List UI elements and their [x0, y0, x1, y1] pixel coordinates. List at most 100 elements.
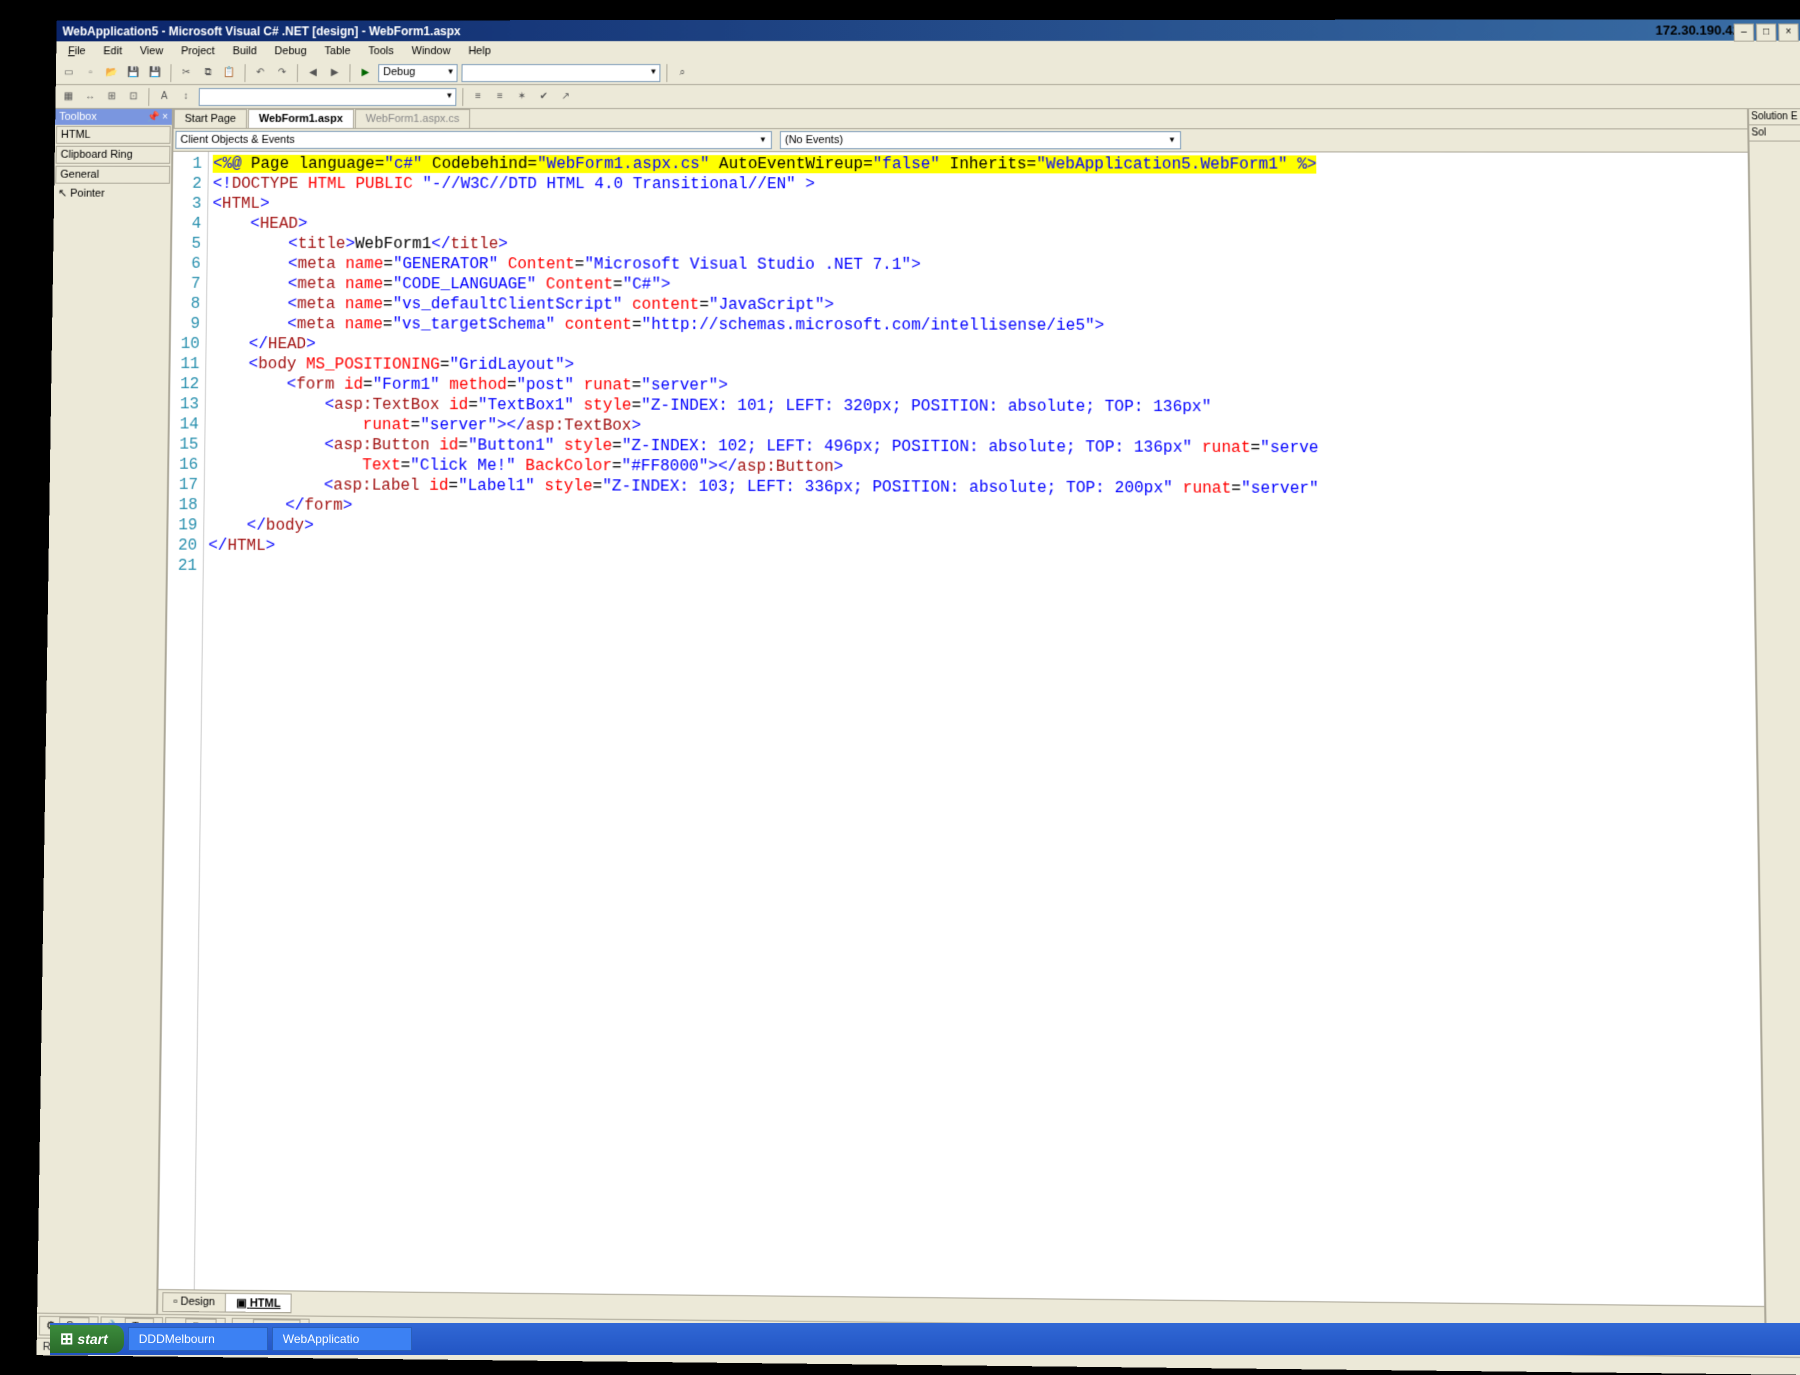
- line-number: 1: [183, 154, 202, 174]
- tool-icon[interactable]: ↔: [81, 88, 99, 106]
- toolbox-section-html[interactable]: HTML: [56, 126, 171, 144]
- toolbox-pointer[interactable]: ↖ Pointer: [54, 185, 171, 202]
- menu-table[interactable]: Table: [316, 43, 358, 59]
- open-icon[interactable]: 📂: [103, 64, 121, 82]
- menu-build[interactable]: Build: [225, 43, 265, 59]
- undo-icon[interactable]: ↶: [251, 64, 269, 82]
- style-combo[interactable]: [199, 88, 457, 106]
- redo-icon[interactable]: ↷: [273, 64, 291, 82]
- tab-start-page[interactable]: Start Page: [174, 109, 247, 128]
- taskbar-task-1[interactable]: DDDMelbourn: [128, 1327, 268, 1351]
- code-line[interactable]: <meta name="vs_targetSchema" content="ht…: [211, 314, 1746, 337]
- line-number: 2: [183, 174, 202, 194]
- line-number: 3: [182, 194, 201, 214]
- pointer-label: Pointer: [70, 188, 105, 200]
- nav-fwd-icon[interactable]: ▶: [326, 64, 344, 82]
- separator: [148, 88, 149, 106]
- new-project-icon[interactable]: ▭: [60, 64, 78, 82]
- nav-back-icon[interactable]: ◀: [304, 64, 322, 82]
- cut-icon[interactable]: ✂: [177, 64, 195, 82]
- main-area: Toolbox 📌 × HTML Clipboard Ring General …: [37, 109, 1800, 1332]
- client-objects-combo[interactable]: Client Objects & Events: [175, 131, 772, 149]
- pointer-icon: ↖: [58, 188, 67, 200]
- tab-webform-aspx[interactable]: WebForm1.aspx: [248, 109, 354, 128]
- tool-icon[interactable]: ✶: [513, 88, 531, 106]
- code-line[interactable]: <HEAD>: [212, 214, 1745, 236]
- code-line[interactable]: <!DOCTYPE HTML PUBLIC "-//W3C//DTD HTML …: [213, 174, 1745, 195]
- line-number: 6: [182, 254, 201, 274]
- line-number: 4: [182, 214, 201, 234]
- object-event-bar: Client Objects & Events (No Events): [173, 129, 1747, 153]
- toolbox-header[interactable]: Toolbox 📌 ×: [55, 109, 172, 125]
- toolbox-section-general[interactable]: General: [55, 166, 170, 184]
- copy-icon[interactable]: ⧉: [199, 64, 217, 82]
- standard-toolbar: ▭ ▫ 📂 💾 💾 ✂ ⧉ 📋 ↶ ↷ ◀ ▶ ▶ Debug ⌕: [56, 61, 1800, 85]
- line-number: 5: [182, 234, 201, 254]
- pin-icon[interactable]: 📌 ×: [147, 111, 168, 122]
- line-number: 18: [179, 495, 198, 515]
- code-line[interactable]: <title>WebForm1</title>: [212, 234, 1745, 256]
- view-tab-design[interactable]: ▫ Design: [162, 1292, 226, 1312]
- start-debug-icon[interactable]: ▶: [356, 64, 374, 82]
- windows-taskbar: start DDDMelbourn WebApplicatio: [50, 1323, 1800, 1355]
- tool-icon[interactable]: ✔: [535, 88, 553, 106]
- html-toolbar: ▦ ↔ ⊞ ⊡ A ↕ ≡ ≡ ✶ ✔ ↗: [55, 85, 1800, 109]
- separator: [170, 64, 171, 82]
- code-editor[interactable]: 123456789101112131415161718192021 <%@ Pa…: [158, 152, 1764, 1306]
- config-combo[interactable]: Debug: [378, 64, 458, 82]
- menu-window[interactable]: Window: [404, 43, 459, 59]
- tool-icon[interactable]: ↗: [557, 88, 575, 106]
- platform-combo[interactable]: [461, 64, 660, 82]
- menu-tools[interactable]: Tools: [360, 43, 401, 59]
- code-line[interactable]: <HTML>: [212, 194, 1744, 216]
- separator: [462, 88, 463, 106]
- taskbar-task-2[interactable]: WebApplicatio: [272, 1327, 412, 1351]
- code-line[interactable]: <%@ Page language="c#" Codebehind="WebFo…: [213, 154, 1744, 175]
- save-all-icon[interactable]: 💾: [147, 64, 165, 82]
- menu-file[interactable]: File: [60, 43, 94, 59]
- menu-view[interactable]: View: [132, 43, 171, 59]
- toolbox-section-clipboard[interactable]: Clipboard Ring: [56, 146, 171, 164]
- code-line[interactable]: <meta name="CODE_LANGUAGE" Content="C#">: [211, 274, 1745, 297]
- view-tab-html[interactable]: ▣ HTML: [225, 1293, 292, 1313]
- code-content[interactable]: <%@ Page language="c#" Codebehind="WebFo…: [195, 152, 1764, 1306]
- menu-bar: File Edit View Project Build Debug Table…: [56, 41, 1800, 62]
- tool-icon[interactable]: ▦: [59, 88, 77, 106]
- line-number: 15: [179, 435, 198, 455]
- separator: [666, 64, 667, 82]
- tool-icon[interactable]: ⊡: [125, 88, 143, 106]
- document-tabs: Start Page WebForm1.aspx WebForm1.aspx.c…: [174, 109, 1748, 129]
- paste-icon[interactable]: 📋: [221, 64, 239, 82]
- menu-project[interactable]: Project: [173, 43, 223, 59]
- separator: [349, 64, 350, 82]
- tool-icon[interactable]: ≡: [469, 88, 487, 106]
- title-bar[interactable]: WebApplication5 - Microsoft Visual C# .N…: [56, 19, 1800, 41]
- sol-label: Sol: [1749, 125, 1800, 141]
- save-icon[interactable]: 💾: [125, 64, 143, 82]
- toolbox-panel: Toolbox 📌 × HTML Clipboard Ring General …: [37, 109, 174, 1314]
- toolbox-title: Toolbox: [59, 111, 97, 123]
- events-combo[interactable]: (No Events): [780, 131, 1181, 149]
- menu-help[interactable]: Help: [460, 43, 498, 59]
- tool-icon[interactable]: ↕: [177, 88, 195, 106]
- add-item-icon[interactable]: ▫: [81, 64, 99, 82]
- menu-edit[interactable]: Edit: [95, 43, 130, 59]
- find-icon[interactable]: ⌕: [673, 64, 691, 82]
- line-number: 12: [180, 374, 199, 394]
- minimize-button[interactable]: –: [1734, 24, 1755, 42]
- ide-window: WebApplication5 - Microsoft Visual C# .N…: [37, 19, 1800, 1375]
- tab-webform-cs[interactable]: WebForm1.aspx.cs: [355, 109, 471, 128]
- line-number: 19: [178, 515, 197, 535]
- maximize-button[interactable]: □: [1756, 24, 1777, 42]
- close-button[interactable]: ×: [1778, 23, 1799, 41]
- line-number: 16: [179, 455, 198, 475]
- tool-icon[interactable]: ⊞: [103, 88, 121, 106]
- menu-debug[interactable]: Debug: [267, 43, 315, 59]
- separator: [244, 64, 245, 82]
- line-number: 11: [180, 354, 199, 374]
- tool-icon[interactable]: ≡: [491, 88, 509, 106]
- code-line[interactable]: <meta name="GENERATOR" Content="Microsof…: [212, 254, 1746, 277]
- tool-icon[interactable]: A: [155, 88, 173, 106]
- window-title: WebApplication5 - Microsoft Visual C# .N…: [62, 24, 460, 38]
- start-button[interactable]: start: [50, 1325, 124, 1353]
